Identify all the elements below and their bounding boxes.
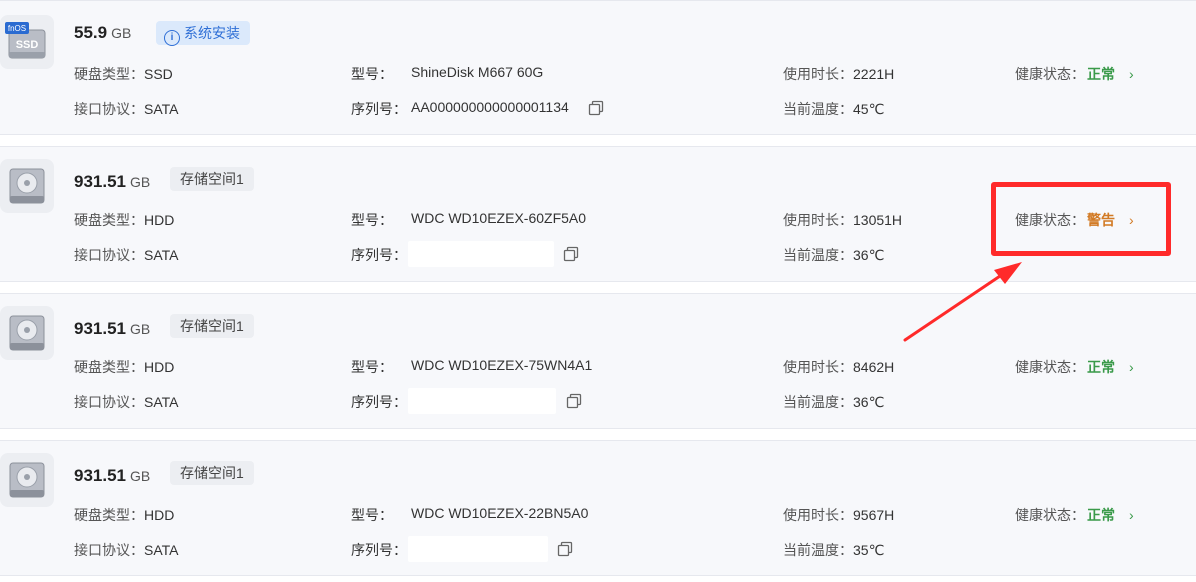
model-label: 型号：	[351, 212, 393, 228]
copy-icon[interactable]	[557, 541, 573, 557]
capacity-value: 931.51	[74, 172, 126, 191]
disk-capacity: 931.51 GB	[74, 172, 150, 192]
disk-type: 硬盘类型：HDD	[74, 507, 175, 523]
copy-icon[interactable]	[563, 246, 579, 262]
model-value: WDC WD10EZEX-60ZF5A0	[411, 210, 587, 226]
storage-pool-tag: 存储空间1	[170, 314, 254, 338]
chevron-right-icon: ›	[1129, 66, 1134, 82]
chevron-right-icon: ›	[1129, 359, 1134, 375]
health-status-value: 正常	[1087, 359, 1115, 375]
serial-value-redacted	[408, 388, 556, 414]
health-status-value: 正常	[1087, 66, 1115, 82]
disk-capacity: 55.9 GB	[74, 23, 131, 43]
hdd-drive-icon	[0, 159, 54, 213]
serial-value-redacted	[408, 241, 554, 267]
health-status-value: 正常	[1087, 507, 1115, 523]
serial-label: 序列号：	[351, 542, 407, 558]
disk-capacity: 931.51 GB	[74, 319, 150, 339]
disk-type: 硬盘类型：SSD	[74, 66, 173, 82]
capacity-unit: GB	[130, 174, 151, 190]
info-icon: i	[164, 30, 180, 46]
model-label: 型号：	[351, 66, 393, 82]
disk-type: 硬盘类型：HDD	[74, 359, 175, 375]
usage-hours: 使用时长：8462H	[783, 359, 895, 375]
model-value: ShineDisk M667 60G	[411, 64, 544, 80]
serial-label: 序列号：	[351, 101, 407, 117]
capacity-value: 931.51	[74, 466, 126, 485]
health-status-link[interactable]: 健康状态： 正常 ›	[1015, 64, 1134, 84]
serial-label: 序列号：	[351, 247, 407, 263]
copy-icon[interactable]	[566, 393, 582, 409]
capacity-unit: GB	[111, 25, 132, 41]
system-install-tag: i 系统安装	[156, 21, 250, 46]
interface-protocol: 接口协议：SATA	[74, 101, 179, 117]
model-label: 型号：	[351, 507, 393, 523]
usage-hours: 使用时长：9567H	[783, 507, 895, 523]
serial-value-redacted	[408, 536, 548, 562]
copy-icon[interactable]	[588, 100, 604, 116]
svg-text:fnOS: fnOS	[8, 24, 26, 33]
interface-protocol: 接口协议：SATA	[74, 542, 179, 558]
disk-card-ssd[interactable]: SSD fnOS 55.9 GB i 系统安装 硬盘类型：SSD 型号： Shin…	[0, 0, 1196, 135]
model-value: WDC WD10EZEX-75WN4A1	[411, 357, 593, 373]
usage-hours: 使用时长：13051H	[783, 212, 903, 228]
ssd-drive-icon: SSD fnOS	[0, 15, 54, 69]
model-label: 型号：	[351, 359, 393, 375]
current-temperature: 当前温度：45℃	[783, 101, 885, 117]
model-value: WDC WD10EZEX-22BN5A0	[411, 505, 589, 521]
disk-card-hdd-3[interactable]: 931.51 GB 存储空间1 硬盘类型：HDD 型号： WDC WD10EZE…	[0, 440, 1196, 576]
disk-capacity: 931.51 GB	[74, 466, 150, 486]
health-status-link[interactable]: 健康状态： 正常 ›	[1015, 357, 1134, 377]
chevron-right-icon: ›	[1129, 507, 1134, 523]
disk-card-hdd-2[interactable]: 931.51 GB 存储空间1 硬盘类型：HDD 型号： WDC WD10EZE…	[0, 293, 1196, 429]
warning-highlight-box	[991, 182, 1171, 256]
serial-label: 序列号：	[351, 394, 407, 410]
hdd-drive-icon	[0, 306, 54, 360]
current-temperature: 当前温度：35℃	[783, 542, 885, 558]
capacity-unit: GB	[130, 468, 151, 484]
svg-text:SSD: SSD	[16, 39, 39, 51]
current-temperature: 当前温度：36℃	[783, 247, 885, 263]
usage-hours: 使用时长：2221H	[783, 66, 895, 82]
interface-protocol: 接口协议：SATA	[74, 247, 179, 263]
interface-protocol: 接口协议：SATA	[74, 394, 179, 410]
current-temperature: 当前温度：36℃	[783, 394, 885, 410]
health-status-link[interactable]: 健康状态： 正常 ›	[1015, 505, 1134, 525]
capacity-value: 55.9	[74, 23, 108, 42]
capacity-value: 931.51	[74, 319, 126, 338]
storage-pool-tag: 存储空间1	[170, 461, 254, 485]
storage-pool-tag: 存储空间1	[170, 167, 254, 191]
capacity-unit: GB	[130, 321, 151, 337]
hdd-drive-icon	[0, 453, 54, 507]
serial-value: AA000000000000001134	[411, 99, 569, 115]
disk-type: 硬盘类型：HDD	[74, 212, 175, 228]
